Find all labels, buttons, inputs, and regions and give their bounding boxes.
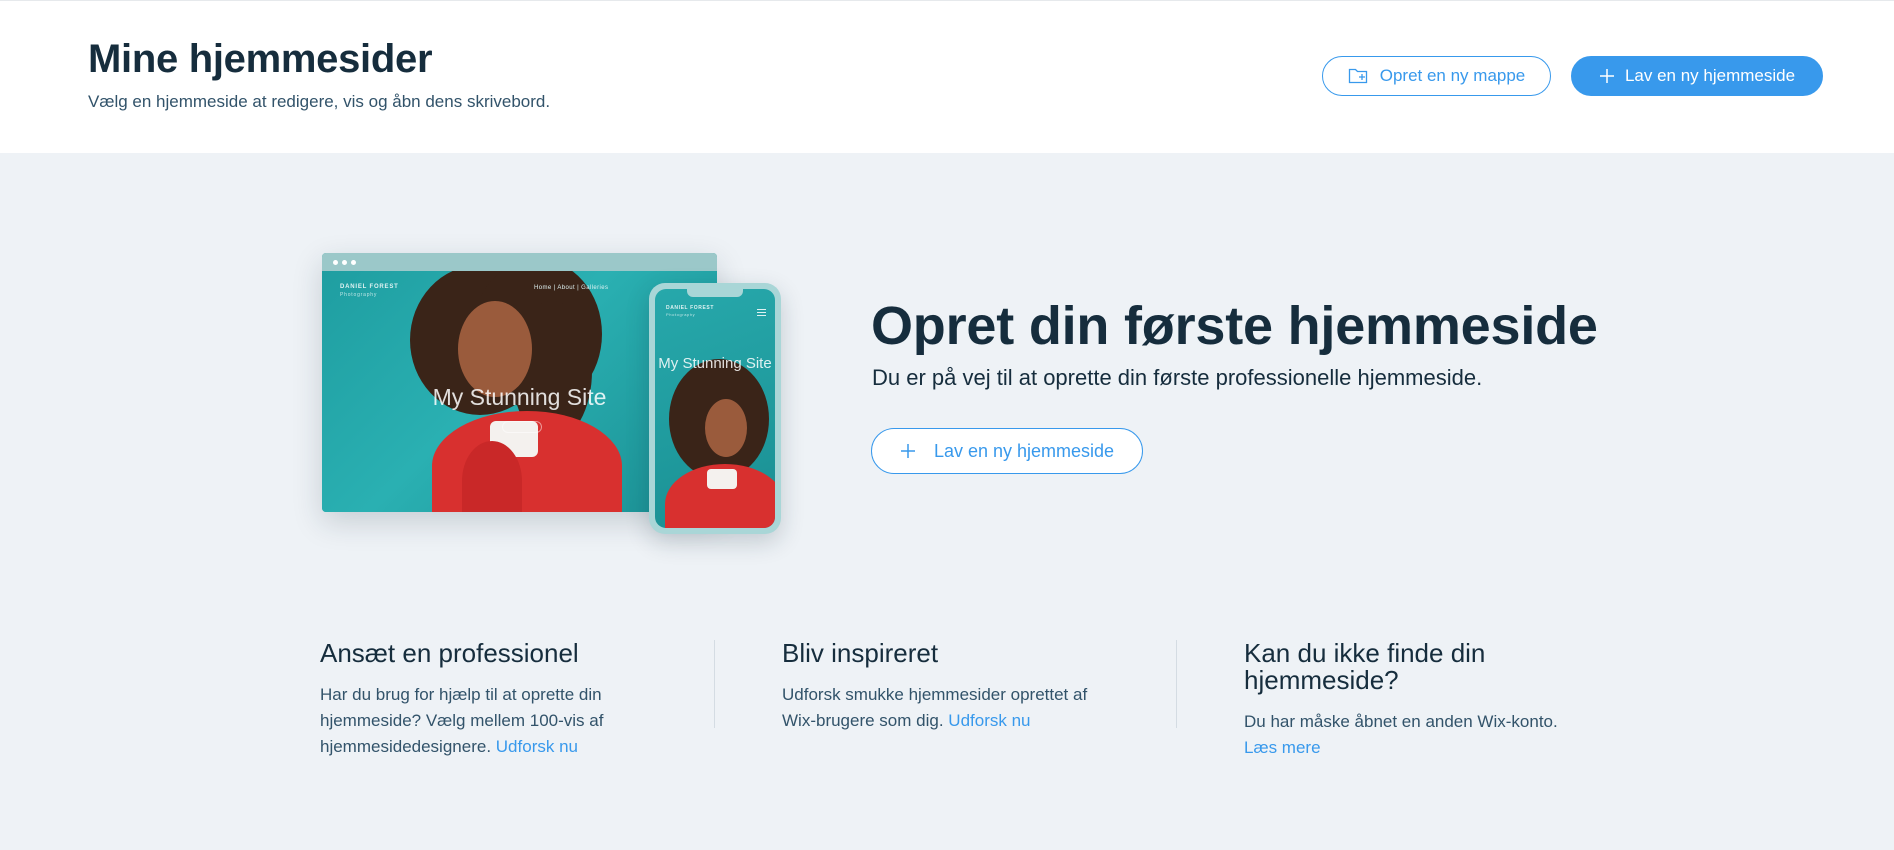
info-text: Har du brug for hjælp til at oprette din…: [320, 685, 604, 756]
info-text: Udforsk smukke hjemmesider oprettet af W…: [782, 685, 1088, 730]
hero-create-site-button[interactable]: Lav en ny hjemmeside: [871, 428, 1143, 474]
site-preview-illustration: DANIEL FOREST Photography Home | About |…: [320, 252, 782, 537]
column-divider: [714, 640, 715, 728]
hero-create-site-label: Lav en ny hjemmeside: [933, 440, 1115, 461]
hero-title: Opret din første hjemmeside: [871, 296, 1598, 356]
explore-sites-link[interactable]: Udforsk nu: [948, 711, 1030, 730]
mobile-preview-site-title: My Stunning Site: [658, 355, 772, 372]
browser-bar: [322, 253, 717, 271]
info-title: Ansæt en professionel: [320, 638, 579, 668]
preview-tagline: Photography: [340, 292, 378, 298]
info-title: Bliv inspireret: [782, 638, 939, 668]
preview-brand: DANIEL FOREST: [340, 284, 399, 290]
mobile-preview-tagline: Photography: [666, 312, 696, 317]
info-text: Du har måske åbnet en anden Wix-konto. L…: [1244, 712, 1558, 757]
plus-icon: [1599, 68, 1615, 84]
create-folder-label: Opret en ny mappe: [1379, 66, 1526, 85]
mobile-preview: DANIEL FOREST Photography My Stunning Si…: [649, 283, 781, 534]
page-header: Mine hjemmesider Vælg en hjemmeside at r…: [0, 0, 1894, 153]
plus-icon: [900, 443, 916, 459]
page-subtitle: Vælg en hjemmeside at redigere, vis og å…: [88, 92, 551, 111]
create-site-label: Lav en ny hjemmeside: [1624, 66, 1796, 85]
explore-designers-link[interactable]: Udforsk nu: [496, 737, 578, 756]
hero-subtitle: Du er på vej til at oprette din første p…: [872, 365, 1483, 390]
create-folder-button[interactable]: Opret en ny mappe: [1322, 56, 1551, 96]
page-title: Mine hjemmesider: [88, 37, 433, 81]
preview-button: [502, 421, 542, 433]
info-hire-professional: Ansæt en professionel Har du brug for hj…: [320, 640, 660, 760]
hamburger-menu-icon: [757, 309, 766, 316]
mobile-preview-brand: DANIEL FOREST: [666, 305, 714, 311]
preview-nav: Home | About | Galleries: [534, 285, 609, 291]
mobile-preview-screen: DANIEL FOREST Photography My Stunning Si…: [655, 289, 775, 528]
read-more-link[interactable]: Læs mere: [1244, 738, 1321, 757]
info-title: Kan du ikke finde din hjemmeside?: [1244, 638, 1486, 695]
info-get-inspired: Bliv inspireret Udforsk smukke hjemmesid…: [782, 640, 1122, 734]
column-divider: [1176, 640, 1177, 728]
create-site-button[interactable]: Lav en ny hjemmeside: [1571, 56, 1823, 96]
folder-plus-icon: [1348, 66, 1370, 86]
info-cant-find-site: Kan du ikke finde din hjemmeside? Du har…: [1244, 640, 1584, 761]
